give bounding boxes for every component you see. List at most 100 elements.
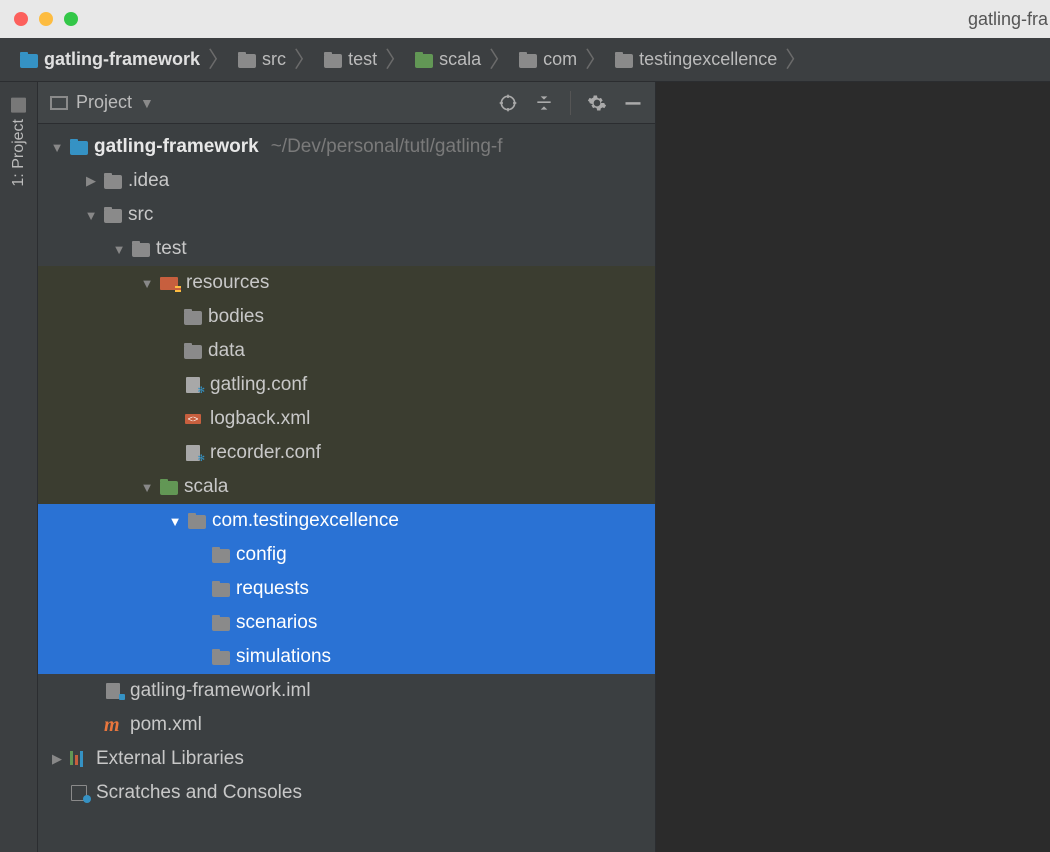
folder-icon (324, 53, 342, 67)
tree-label: src (128, 204, 153, 226)
folder-icon (212, 616, 230, 630)
breadcrumb-item-testingexcellence[interactable]: testingexcellence (611, 49, 781, 70)
breadcrumb: gatling-framework 〉 src 〉 test 〉 scala 〉… (0, 38, 1050, 82)
project-panel: Project ▼ (38, 82, 656, 852)
chevron-right-icon[interactable] (84, 173, 98, 189)
tree-node-idea[interactable]: .idea (38, 164, 655, 198)
folder-icon (212, 582, 230, 596)
breadcrumb-item-root[interactable]: gatling-framework (16, 49, 204, 70)
gear-icon[interactable] (587, 93, 607, 113)
tree-node-resources[interactable]: resources (38, 266, 655, 300)
tree-node-simulations[interactable]: simulations (38, 640, 655, 674)
folder-icon (160, 480, 178, 494)
maven-file-icon: m (104, 717, 124, 733)
chevron-down-icon[interactable] (50, 140, 64, 155)
tool-tab-label: 1: Project (10, 119, 28, 187)
tree-label: test (156, 238, 187, 260)
chevron-right-icon: 〉 (294, 49, 316, 71)
tree-label: resources (186, 272, 269, 294)
breadcrumb-item-src[interactable]: src (234, 49, 290, 70)
tree-label: gatling-framework.iml (130, 680, 311, 702)
folder-icon (104, 174, 122, 188)
project-view-icon (50, 96, 68, 110)
folder-icon (184, 344, 202, 358)
tree-label: requests (236, 578, 309, 600)
folder-icon (238, 53, 256, 67)
editor-area (656, 82, 1050, 852)
resources-folder-icon (160, 275, 180, 291)
tree-label: bodies (208, 306, 264, 328)
tree-label: recorder.conf (210, 442, 321, 464)
breadcrumb-item-test[interactable]: test (320, 49, 381, 70)
folder-icon (212, 548, 230, 562)
titlebar: gatling-fra (0, 0, 1050, 38)
tree-label: config (236, 544, 287, 566)
chevron-right-icon: 〉 (585, 49, 607, 71)
folder-icon (615, 53, 633, 67)
tree-node-scenarios[interactable]: scenarios (38, 606, 655, 640)
scratch-icon (70, 785, 90, 801)
breadcrumb-label: testingexcellence (639, 49, 777, 70)
breadcrumb-item-scala[interactable]: scala (411, 49, 485, 70)
breadcrumb-label: src (262, 49, 286, 70)
project-icon (11, 98, 26, 113)
chevron-down-icon[interactable] (140, 480, 154, 495)
tree-label: Scratches and Consoles (96, 782, 302, 804)
breadcrumb-label: scala (439, 49, 481, 70)
tool-stripe-left: 1: Project (0, 82, 38, 852)
chevron-right-icon[interactable] (50, 751, 64, 767)
chevron-down-icon[interactable]: ▼ (140, 95, 154, 111)
tree-label: logback.xml (210, 408, 310, 430)
tree-node-config[interactable]: config (38, 538, 655, 572)
folder-icon (184, 310, 202, 324)
tree-label: External Libraries (96, 748, 244, 770)
tree-node-bodies[interactable]: bodies (38, 300, 655, 334)
tree-label: scenarios (236, 612, 317, 634)
breadcrumb-label: gatling-framework (44, 49, 200, 70)
breadcrumb-item-com[interactable]: com (515, 49, 581, 70)
breadcrumb-label: com (543, 49, 577, 70)
window-maximize-button[interactable] (64, 12, 78, 26)
tree-node-iml[interactable]: gatling-framework.iml (38, 674, 655, 708)
tree-label: gatling-framework (94, 136, 259, 158)
iml-file-icon (104, 683, 124, 699)
tree-node-root[interactable]: gatling-framework ~/Dev/personal/tutl/ga… (38, 130, 655, 164)
panel-title[interactable]: Project (76, 92, 132, 113)
tree-node-package[interactable]: com.testingexcellence (38, 504, 655, 538)
chevron-down-icon[interactable] (168, 514, 182, 529)
folder-icon (20, 53, 38, 67)
tree-node-test[interactable]: test (38, 232, 655, 266)
window-close-button[interactable] (14, 12, 28, 26)
tree-node-data[interactable]: data (38, 334, 655, 368)
tree-node-pom[interactable]: m pom.xml (38, 708, 655, 742)
conf-file-icon (184, 445, 204, 461)
tree-node-requests[interactable]: requests (38, 572, 655, 606)
conf-file-icon (184, 377, 204, 393)
tree-node-gatling-conf[interactable]: gatling.conf (38, 368, 655, 402)
chevron-right-icon: 〉 (489, 49, 511, 71)
collapse-all-icon[interactable] (534, 93, 554, 113)
tree-node-external-libraries[interactable]: External Libraries (38, 742, 655, 776)
project-tree[interactable]: gatling-framework ~/Dev/personal/tutl/ga… (38, 124, 655, 816)
tree-node-recorder-conf[interactable]: recorder.conf (38, 436, 655, 470)
divider (570, 91, 571, 115)
folder-icon (519, 53, 537, 67)
hide-icon[interactable] (623, 93, 643, 113)
target-icon[interactable] (498, 93, 518, 113)
tree-node-src[interactable]: src (38, 198, 655, 232)
tool-tab-project[interactable]: 1: Project (6, 88, 32, 197)
chevron-down-icon[interactable] (84, 208, 98, 223)
chevron-down-icon[interactable] (112, 242, 126, 257)
tree-node-logback-xml[interactable]: logback.xml (38, 402, 655, 436)
tree-label: simulations (236, 646, 331, 668)
window-minimize-button[interactable] (39, 12, 53, 26)
chevron-right-icon: 〉 (208, 49, 230, 71)
chevron-right-icon: 〉 (385, 49, 407, 71)
tree-node-scratches[interactable]: Scratches and Consoles (38, 776, 655, 810)
tree-label: data (208, 340, 245, 362)
chevron-down-icon[interactable] (140, 276, 154, 291)
tree-hint: ~/Dev/personal/tutl/gatling-f (271, 136, 503, 158)
tree-node-scala[interactable]: scala (38, 470, 655, 504)
folder-icon (132, 242, 150, 256)
tree-label: scala (184, 476, 228, 498)
